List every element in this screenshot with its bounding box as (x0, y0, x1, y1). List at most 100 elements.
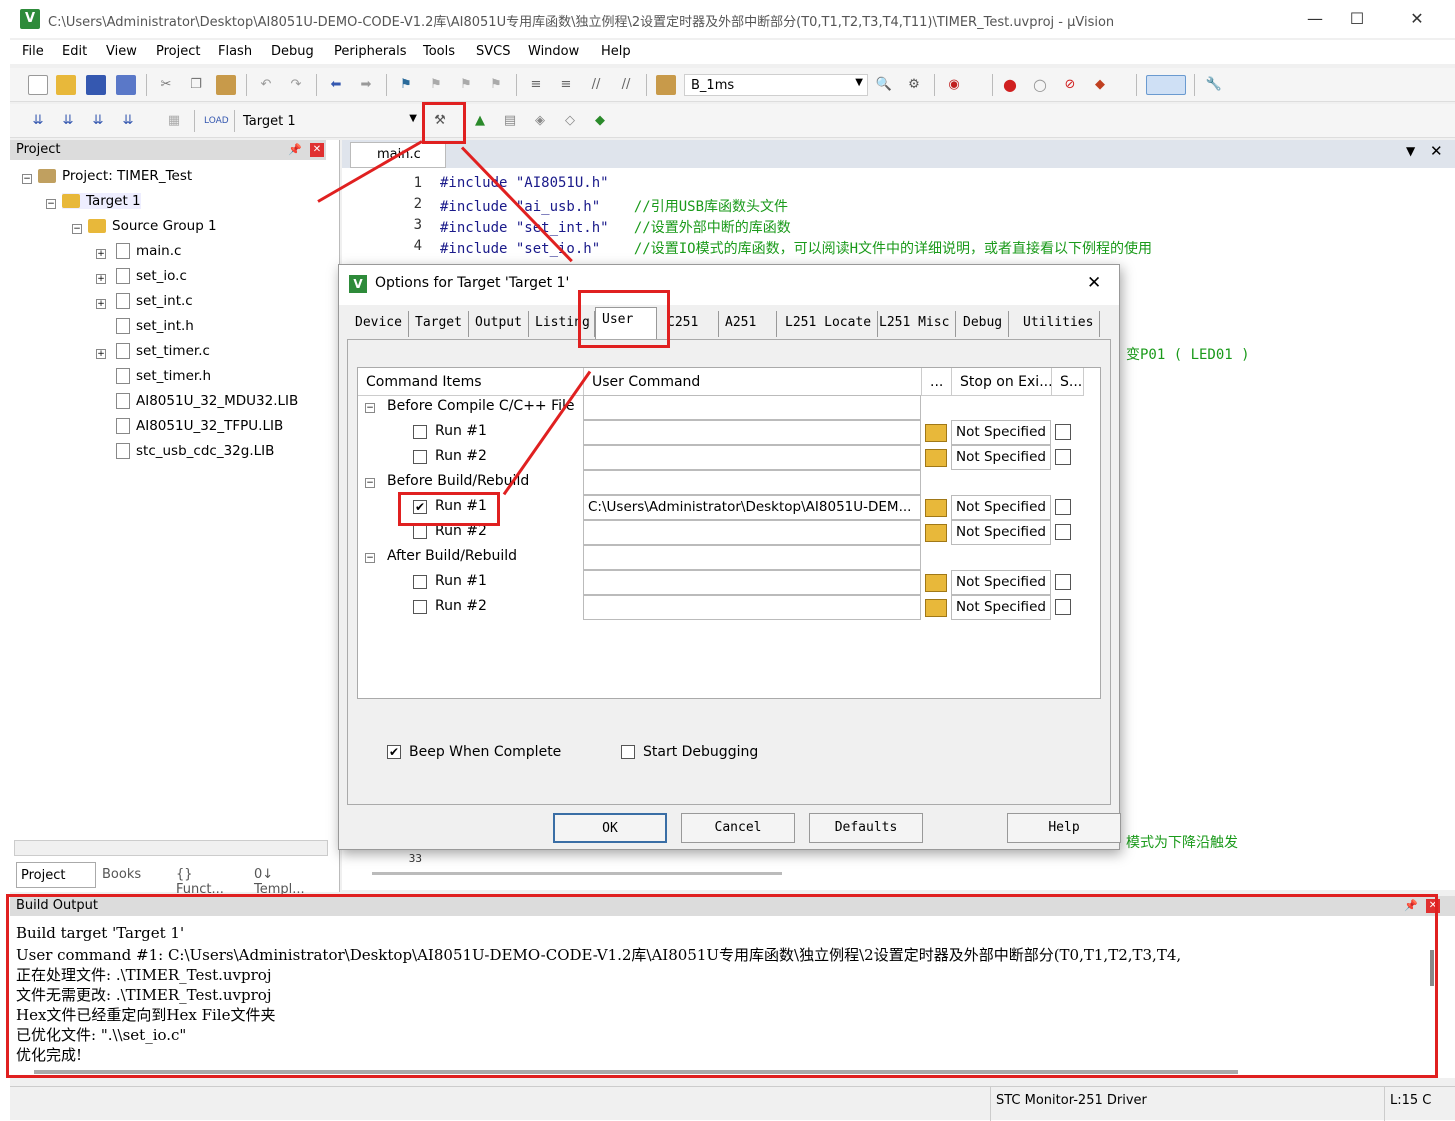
collapse-icon[interactable]: − (365, 553, 375, 563)
expand-icon[interactable]: + (96, 349, 106, 359)
code-line[interactable]: #include "ai_usb.h" //引用USB库函数头文件 (440, 196, 788, 216)
user-command-field[interactable] (583, 420, 921, 445)
tree-file[interactable]: set_timer.h (116, 368, 211, 384)
s-checkbox[interactable] (1055, 524, 1071, 540)
incremental-find-icon[interactable]: ⚙ (904, 75, 924, 95)
batch-build-icon[interactable]: ⇊ (118, 111, 138, 131)
beep-checkbox[interactable]: ✔ (387, 745, 401, 759)
menu-edit[interactable]: Edit (62, 44, 87, 59)
tab-functions[interactable]: {} Funct... (172, 862, 246, 897)
tab-device[interactable]: Device (349, 311, 409, 337)
download-icon[interactable]: LOAD (204, 111, 229, 131)
dialog-close-button[interactable]: ✕ (1087, 273, 1101, 293)
tab-a251[interactable]: A251 (719, 311, 777, 337)
tree-file[interactable]: stc_usb_cdc_32g.LIB (116, 443, 274, 459)
s-checkbox[interactable] (1055, 499, 1071, 515)
menu-svcs[interactable]: SVCS (476, 44, 510, 59)
s-checkbox[interactable] (1055, 599, 1071, 615)
find-icon[interactable]: 🔍 (874, 75, 894, 95)
window-layout-icon[interactable] (1146, 75, 1186, 95)
help-button[interactable]: Help (1007, 813, 1121, 843)
menu-tools[interactable]: Tools (423, 44, 455, 59)
maximize-button[interactable]: ☐ (1342, 6, 1372, 32)
tree-file[interactable]: set_int.c (116, 293, 193, 309)
indent-icon[interactable]: ≡ (526, 75, 546, 95)
code-line[interactable]: #include "set_io.h" //设置IO模式的库函数，可以阅读H文件… (440, 238, 1152, 258)
user-command-field[interactable] (583, 445, 921, 470)
save-all-icon[interactable] (116, 75, 136, 95)
run-checkbox[interactable] (413, 575, 427, 589)
tree-file[interactable]: set_int.h (116, 318, 194, 334)
cancel-button[interactable]: Cancel (681, 813, 795, 843)
bookmark-icon[interactable]: ⚑ (396, 75, 416, 95)
collapse-icon[interactable]: − (46, 199, 56, 209)
user-command-field[interactable] (583, 595, 921, 620)
run-checkbox[interactable] (413, 450, 427, 464)
close-icon[interactable]: ✕ (1430, 142, 1443, 160)
tree-target[interactable]: Target 1 (62, 193, 141, 209)
stop-on-exit-field[interactable]: Not Specified (951, 520, 1051, 545)
tab-project[interactable]: Project (16, 862, 96, 888)
menu-project[interactable]: Project (156, 44, 200, 59)
build-icon[interactable]: ⇊ (58, 111, 78, 131)
comment-icon[interactable]: // (586, 75, 606, 95)
manage-rte-icon[interactable]: ◈ (530, 111, 550, 131)
horizontal-scrollbar[interactable] (372, 872, 782, 875)
chevron-down-icon[interactable]: ▼ (1406, 144, 1415, 158)
select-packs-icon[interactable]: ▤ (500, 111, 520, 131)
tab-target[interactable]: Target (409, 311, 469, 337)
tree-file[interactable]: main.c (116, 243, 181, 259)
translate-icon[interactable]: ⇊ (28, 111, 48, 131)
collapse-icon[interactable]: − (365, 403, 375, 413)
new-file-icon[interactable] (28, 75, 48, 95)
tab-output[interactable]: Output (469, 311, 529, 337)
run-checkbox[interactable] (413, 600, 427, 614)
stop-on-exit-field[interactable]: Not Specified (951, 595, 1051, 620)
stop-build-icon[interactable]: ▦ (164, 111, 184, 131)
breakpoint-icon[interactable]: ● (1000, 75, 1020, 95)
s-checkbox[interactable] (1055, 424, 1071, 440)
clear-bookmarks-icon[interactable]: ⚑ (486, 75, 506, 95)
rebuild-icon[interactable]: ⇊ (88, 111, 108, 131)
uncomment-icon[interactable]: // (616, 75, 636, 95)
horizontal-scrollbar[interactable] (14, 840, 328, 856)
event-recorder-icon[interactable]: ◇ (560, 111, 580, 131)
menu-flash[interactable]: Flash (218, 44, 252, 59)
tab-templates[interactable]: 0↓ Templ... (250, 862, 330, 897)
browse-folder-icon[interactable] (925, 499, 947, 517)
collapse-icon[interactable]: − (365, 478, 375, 488)
start-debugging-checkbox[interactable] (621, 745, 635, 759)
configure-icon[interactable]: 🔧 (1204, 75, 1224, 95)
paste-icon[interactable] (216, 75, 236, 95)
unindent-icon[interactable]: ≡ (556, 75, 576, 95)
run-checkbox[interactable] (413, 425, 427, 439)
pin-icon[interactable]: 📌 (288, 143, 302, 156)
tree-project[interactable]: Project: TIMER_Test (38, 168, 192, 184)
menu-window[interactable]: Window (528, 44, 579, 59)
find-combo[interactable]: B_1ms ▼ (684, 74, 868, 96)
menu-help[interactable]: Help (601, 44, 631, 59)
tab-utilities[interactable]: Utilities (1017, 311, 1101, 337)
tab-debug[interactable]: Debug (957, 311, 1010, 337)
stop-on-exit-field[interactable]: Not Specified (951, 570, 1051, 595)
undo-icon[interactable]: ↶ (256, 75, 276, 95)
user-command-field[interactable] (583, 520, 921, 545)
stop-on-exit-field[interactable]: Not Specified (951, 495, 1051, 520)
kill-breakpoints-icon[interactable]: ⊘ (1060, 75, 1080, 95)
stop-on-exit-field[interactable]: Not Specified (951, 445, 1051, 470)
defaults-button[interactable]: Defaults (809, 813, 923, 843)
menu-file[interactable]: File (22, 44, 44, 59)
find-in-files-icon[interactable] (656, 75, 676, 95)
expand-icon[interactable]: + (96, 299, 106, 309)
tab-books[interactable]: Books (98, 862, 168, 888)
disable-all-breakpoints-icon[interactable]: ◆ (1090, 75, 1110, 95)
tab-l251-locate[interactable]: L251 Locate (779, 311, 879, 337)
collapse-icon[interactable]: − (22, 174, 32, 184)
next-bookmark-icon[interactable]: ⚑ (456, 75, 476, 95)
save-icon[interactable] (86, 75, 106, 95)
user-command-field[interactable] (583, 570, 921, 595)
s-checkbox[interactable] (1055, 449, 1071, 465)
close-icon[interactable]: ✕ (310, 143, 324, 157)
manage-project-items-icon[interactable]: ▲ (470, 111, 490, 131)
stop-on-exit-field[interactable]: Not Specified (951, 420, 1051, 445)
